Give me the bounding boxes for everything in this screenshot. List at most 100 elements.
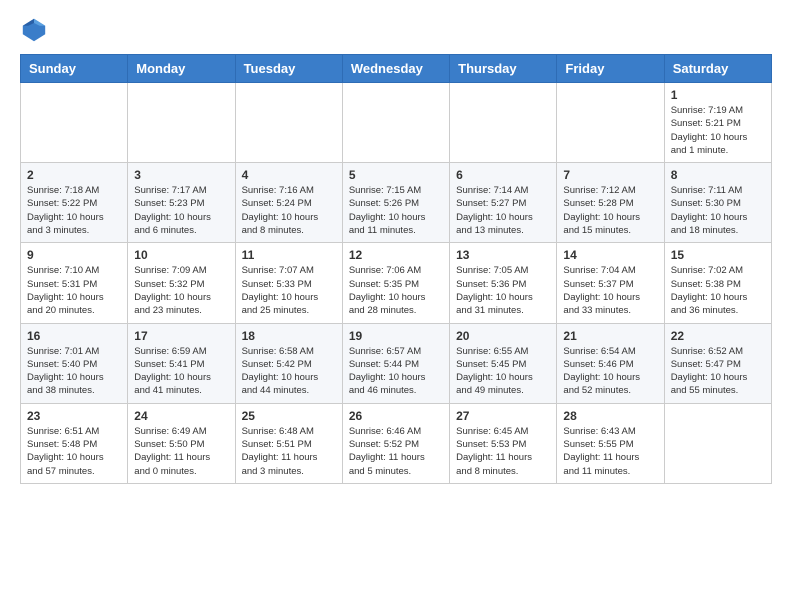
day-number: 10 <box>134 248 228 262</box>
calendar-cell: 7 Sunrise: 7:12 AM Sunset: 5:28 PM Daylig… <box>557 163 664 243</box>
day-info: Sunrise: 7:01 AM Sunset: 5:40 PM Dayligh… <box>27 345 121 398</box>
day-info: Sunrise: 6:58 AM Sunset: 5:42 PM Dayligh… <box>242 345 336 398</box>
page: SundayMondayTuesdayWednesdayThursdayFrid… <box>0 0 792 504</box>
day-number: 6 <box>456 168 550 182</box>
day-info: Sunrise: 6:43 AM Sunset: 5:55 PM Dayligh… <box>563 425 657 478</box>
day-number: 7 <box>563 168 657 182</box>
calendar-cell <box>128 83 235 163</box>
day-info: Sunrise: 6:46 AM Sunset: 5:52 PM Dayligh… <box>349 425 443 478</box>
weekday-header-monday: Monday <box>128 55 235 83</box>
day-number: 17 <box>134 329 228 343</box>
day-number: 16 <box>27 329 121 343</box>
calendar-cell: 27 Sunrise: 6:45 AM Sunset: 5:53 PM Dayli… <box>450 403 557 483</box>
day-info: Sunrise: 7:19 AM Sunset: 5:21 PM Dayligh… <box>671 104 765 157</box>
weekday-header-friday: Friday <box>557 55 664 83</box>
calendar-cell: 17 Sunrise: 6:59 AM Sunset: 5:41 PM Dayli… <box>128 323 235 403</box>
day-info: Sunrise: 6:51 AM Sunset: 5:48 PM Dayligh… <box>27 425 121 478</box>
day-info: Sunrise: 6:52 AM Sunset: 5:47 PM Dayligh… <box>671 345 765 398</box>
day-number: 27 <box>456 409 550 423</box>
weekday-header-wednesday: Wednesday <box>342 55 449 83</box>
day-number: 26 <box>349 409 443 423</box>
day-info: Sunrise: 7:16 AM Sunset: 5:24 PM Dayligh… <box>242 184 336 237</box>
day-info: Sunrise: 6:49 AM Sunset: 5:50 PM Dayligh… <box>134 425 228 478</box>
day-number: 12 <box>349 248 443 262</box>
day-info: Sunrise: 7:04 AM Sunset: 5:37 PM Dayligh… <box>563 264 657 317</box>
day-number: 1 <box>671 88 765 102</box>
day-number: 23 <box>27 409 121 423</box>
weekday-header-saturday: Saturday <box>664 55 771 83</box>
calendar-cell: 13 Sunrise: 7:05 AM Sunset: 5:36 PM Dayli… <box>450 243 557 323</box>
calendar-cell: 5 Sunrise: 7:15 AM Sunset: 5:26 PM Daylig… <box>342 163 449 243</box>
day-info: Sunrise: 7:14 AM Sunset: 5:27 PM Dayligh… <box>456 184 550 237</box>
calendar-cell: 19 Sunrise: 6:57 AM Sunset: 5:44 PM Dayli… <box>342 323 449 403</box>
day-number: 3 <box>134 168 228 182</box>
day-info: Sunrise: 6:54 AM Sunset: 5:46 PM Dayligh… <box>563 345 657 398</box>
day-info: Sunrise: 7:07 AM Sunset: 5:33 PM Dayligh… <box>242 264 336 317</box>
calendar-cell: 15 Sunrise: 7:02 AM Sunset: 5:38 PM Dayli… <box>664 243 771 323</box>
calendar-cell <box>450 83 557 163</box>
day-number: 2 <box>27 168 121 182</box>
weekday-header-row: SundayMondayTuesdayWednesdayThursdayFrid… <box>21 55 772 83</box>
calendar-cell: 11 Sunrise: 7:07 AM Sunset: 5:33 PM Dayli… <box>235 243 342 323</box>
day-number: 14 <box>563 248 657 262</box>
day-number: 11 <box>242 248 336 262</box>
day-number: 4 <box>242 168 336 182</box>
day-info: Sunrise: 7:09 AM Sunset: 5:32 PM Dayligh… <box>134 264 228 317</box>
calendar-cell: 3Sunrise: 7:17 AM Sunset: 5:23 PM Daylig… <box>128 163 235 243</box>
calendar-cell: 4 Sunrise: 7:16 AM Sunset: 5:24 PM Daylig… <box>235 163 342 243</box>
calendar-cell: 28 Sunrise: 6:43 AM Sunset: 5:55 PM Dayli… <box>557 403 664 483</box>
day-info: Sunrise: 7:02 AM Sunset: 5:38 PM Dayligh… <box>671 264 765 317</box>
calendar-cell: 1 Sunrise: 7:19 AM Sunset: 5:21 PM Daylig… <box>664 83 771 163</box>
day-number: 28 <box>563 409 657 423</box>
calendar-cell <box>235 83 342 163</box>
day-info: Sunrise: 7:05 AM Sunset: 5:36 PM Dayligh… <box>456 264 550 317</box>
day-number: 21 <box>563 329 657 343</box>
calendar-cell: 12 Sunrise: 7:06 AM Sunset: 5:35 PM Dayli… <box>342 243 449 323</box>
logo <box>20 16 52 44</box>
day-number: 9 <box>27 248 121 262</box>
calendar-cell: 22 Sunrise: 6:52 AM Sunset: 5:47 PM Dayli… <box>664 323 771 403</box>
day-info: Sunrise: 7:11 AM Sunset: 5:30 PM Dayligh… <box>671 184 765 237</box>
calendar-table: SundayMondayTuesdayWednesdayThursdayFrid… <box>20 54 772 484</box>
logo-icon <box>20 16 48 44</box>
calendar-cell: 20 Sunrise: 6:55 AM Sunset: 5:45 PM Dayli… <box>450 323 557 403</box>
calendar-cell <box>342 83 449 163</box>
calendar-week-row: 2 Sunrise: 7:18 AM Sunset: 5:22 PM Daylig… <box>21 163 772 243</box>
day-info: Sunrise: 7:06 AM Sunset: 5:35 PM Dayligh… <box>349 264 443 317</box>
day-number: 18 <box>242 329 336 343</box>
day-info: Sunrise: 7:15 AM Sunset: 5:26 PM Dayligh… <box>349 184 443 237</box>
calendar-week-row: 9 Sunrise: 7:10 AM Sunset: 5:31 PM Daylig… <box>21 243 772 323</box>
day-number: 22 <box>671 329 765 343</box>
day-number: 25 <box>242 409 336 423</box>
calendar-cell <box>664 403 771 483</box>
day-info: Sunrise: 6:57 AM Sunset: 5:44 PM Dayligh… <box>349 345 443 398</box>
weekday-header-thursday: Thursday <box>450 55 557 83</box>
calendar-cell: 9 Sunrise: 7:10 AM Sunset: 5:31 PM Daylig… <box>21 243 128 323</box>
day-number: 13 <box>456 248 550 262</box>
calendar-cell <box>557 83 664 163</box>
day-info: Sunrise: 6:55 AM Sunset: 5:45 PM Dayligh… <box>456 345 550 398</box>
calendar-cell: 6 Sunrise: 7:14 AM Sunset: 5:27 PM Daylig… <box>450 163 557 243</box>
calendar-cell: 25 Sunrise: 6:48 AM Sunset: 5:51 PM Dayli… <box>235 403 342 483</box>
weekday-header-sunday: Sunday <box>21 55 128 83</box>
header <box>20 16 772 44</box>
calendar-cell: 2 Sunrise: 7:18 AM Sunset: 5:22 PM Daylig… <box>21 163 128 243</box>
day-info: Sunrise: 7:10 AM Sunset: 5:31 PM Dayligh… <box>27 264 121 317</box>
calendar-cell: 24Sunrise: 6:49 AM Sunset: 5:50 PM Dayli… <box>128 403 235 483</box>
day-number: 20 <box>456 329 550 343</box>
calendar-week-row: 1 Sunrise: 7:19 AM Sunset: 5:21 PM Daylig… <box>21 83 772 163</box>
day-number: 5 <box>349 168 443 182</box>
day-number: 19 <box>349 329 443 343</box>
weekday-header-tuesday: Tuesday <box>235 55 342 83</box>
day-info: Sunrise: 6:48 AM Sunset: 5:51 PM Dayligh… <box>242 425 336 478</box>
day-info: Sunrise: 7:18 AM Sunset: 5:22 PM Dayligh… <box>27 184 121 237</box>
day-info: Sunrise: 6:45 AM Sunset: 5:53 PM Dayligh… <box>456 425 550 478</box>
calendar-cell <box>21 83 128 163</box>
calendar-cell: 26 Sunrise: 6:46 AM Sunset: 5:52 PM Dayli… <box>342 403 449 483</box>
day-info: Sunrise: 7:12 AM Sunset: 5:28 PM Dayligh… <box>563 184 657 237</box>
calendar-cell: 21 Sunrise: 6:54 AM Sunset: 5:46 PM Dayli… <box>557 323 664 403</box>
day-number: 15 <box>671 248 765 262</box>
day-info: Sunrise: 6:59 AM Sunset: 5:41 PM Dayligh… <box>134 345 228 398</box>
calendar-week-row: 23 Sunrise: 6:51 AM Sunset: 5:48 PM Dayli… <box>21 403 772 483</box>
calendar-cell: 23 Sunrise: 6:51 AM Sunset: 5:48 PM Dayli… <box>21 403 128 483</box>
